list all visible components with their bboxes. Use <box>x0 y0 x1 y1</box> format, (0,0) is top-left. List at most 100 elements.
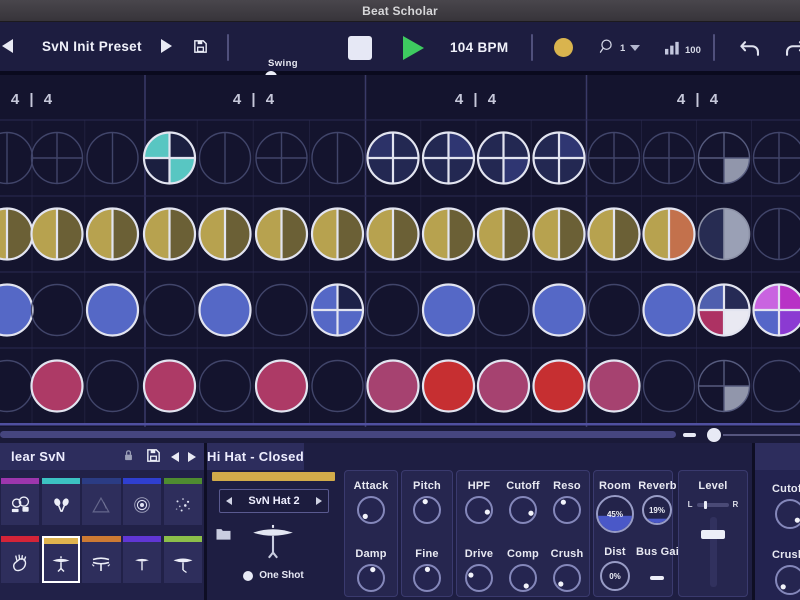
master-meter[interactable]: 100 <box>664 40 701 60</box>
level-fader[interactable] <box>679 515 747 591</box>
grid-cell-row-1-c2[interactable] <box>32 133 83 184</box>
knob-dial[interactable]: 45% <box>594 493 636 535</box>
knob-dial[interactable] <box>772 562 800 598</box>
next-instrument-cutoff-knob[interactable]: Cutoff <box>772 483 800 532</box>
grid-cell-row-4-c13[interactable] <box>644 361 695 412</box>
zoom-slider-track[interactable] <box>723 434 800 436</box>
grid-cell-row-1-c8[interactable] <box>368 133 419 184</box>
grid-cell-row-4-c14[interactable] <box>699 361 750 412</box>
grid-cell-row-3-c3[interactable] <box>87 285 138 336</box>
instrument-tile-percussion[interactable] <box>1 478 39 525</box>
time-signature[interactable]: 4 | 4 <box>233 91 277 108</box>
grid-cell-row-1-c15[interactable] <box>754 133 800 184</box>
next-sample-icon[interactable] <box>316 497 322 505</box>
grid-cell-row-2-c2[interactable] <box>32 209 83 260</box>
sample-name[interactable]: SvN Hat 2 <box>248 495 299 507</box>
fine-knob[interactable]: Fine <box>410 548 444 596</box>
grid-cell-row-4-c15[interactable] <box>754 361 800 412</box>
instrument-tile-triangle[interactable] <box>82 478 120 525</box>
time-signature[interactable]: 4 | 4 <box>677 91 721 108</box>
grid-cell-row-4-c1[interactable] <box>0 361 33 412</box>
knob-dial[interactable] <box>462 561 496 595</box>
knob-dial[interactable] <box>462 493 496 527</box>
undo-button[interactable] <box>739 39 761 61</box>
pan-slider-handle[interactable] <box>704 501 707 509</box>
instrument-tile-gong[interactable] <box>123 478 161 525</box>
grid-cell-row-2-c1[interactable] <box>0 209 33 260</box>
stop-button[interactable] <box>348 36 372 60</box>
grid-cell-row-1-c14[interactable] <box>699 133 750 184</box>
zoom-slider-knob[interactable] <box>707 428 721 442</box>
time-signature[interactable]: 4 | 4 <box>455 91 499 108</box>
grid-cell-row-4-c7[interactable] <box>312 361 363 412</box>
dist-send-knob[interactable]: Dist0% <box>598 546 632 596</box>
grid-cell-row-3-c2[interactable] <box>32 285 83 336</box>
knob-dial[interactable] <box>550 493 584 527</box>
pan-slider[interactable] <box>697 503 729 507</box>
grid-cell-row-2-c15[interactable] <box>754 209 800 260</box>
grid-cell-row-2-c6[interactable] <box>256 209 307 260</box>
grid-cell-row-3-c10[interactable] <box>478 285 529 336</box>
grid-cell-row-3-c15[interactable] <box>754 285 800 336</box>
next-preset-button[interactable] <box>161 39 172 53</box>
bus-gain-slider-handle[interactable] <box>650 576 664 580</box>
grid-cell-row-4-c8[interactable] <box>368 361 419 412</box>
save-kit-button[interactable] <box>145 447 162 467</box>
grid-cell-row-1-c4[interactable] <box>144 133 195 184</box>
save-preset-button[interactable] <box>192 38 209 58</box>
grid-cell-row-1-c5[interactable] <box>200 133 251 184</box>
knob-dial[interactable] <box>410 493 444 527</box>
knob-dial[interactable]: 19% <box>640 493 674 527</box>
grid-cell-row-4-c4[interactable] <box>144 361 195 412</box>
kit-name[interactable]: lear SvN <box>11 449 65 464</box>
instrument-tile-hihat-closed[interactable] <box>42 536 80 583</box>
knob-dial[interactable]: 0% <box>598 559 632 593</box>
hpf-knob[interactable]: HPF <box>462 480 496 528</box>
grid-cell-row-1-c9[interactable] <box>423 133 474 184</box>
grid-cell-row-3-c13[interactable] <box>644 285 695 336</box>
reso-knob[interactable]: Reso <box>550 480 584 528</box>
one-shot-toggle[interactable]: One Shot <box>207 569 340 582</box>
knob-dial[interactable] <box>354 561 388 595</box>
grid-cell-row-1-c10[interactable] <box>478 133 529 184</box>
grid-cell-row-3-c1[interactable] <box>0 285 33 336</box>
knob-dial[interactable] <box>354 493 388 527</box>
grid-cell-row-2-c12[interactable] <box>589 209 640 260</box>
grid-cell-row-3-c8[interactable] <box>368 285 419 336</box>
instrument-tile-hihat-open[interactable] <box>82 536 120 583</box>
grid-cell-row-1-c3[interactable] <box>87 133 138 184</box>
prev-kit-button[interactable] <box>171 452 179 462</box>
cutoff-knob[interactable]: Cutoff <box>506 480 540 528</box>
next-instrument-crush-knob[interactable]: Crush <box>772 549 800 598</box>
zoom-out-button[interactable] <box>683 433 696 437</box>
grid-cell-row-2-c5[interactable] <box>200 209 251 260</box>
comp-knob[interactable]: Comp <box>506 548 540 596</box>
damp-knob[interactable]: Damp <box>354 548 388 596</box>
grid-cell-row-4-c3[interactable] <box>87 361 138 412</box>
play-button[interactable] <box>403 36 424 60</box>
grid-cell-row-1-c7[interactable] <box>312 133 363 184</box>
grid-cell-row-2-c11[interactable] <box>534 209 585 260</box>
instrument-tile-crash-cymbal[interactable] <box>123 536 161 583</box>
grid-cell-row-3-c6[interactable] <box>256 285 307 336</box>
pitch-knob[interactable]: Pitch <box>410 480 444 528</box>
grid-cell-row-4-c10[interactable] <box>478 361 529 412</box>
grid-cell-row-3-c14[interactable] <box>699 285 750 336</box>
next-kit-button[interactable] <box>188 452 196 462</box>
bus-gain-control[interactable]: Bus Gai <box>636 546 679 596</box>
prev-sample-icon[interactable] <box>226 497 232 505</box>
grid-cell-row-3-c12[interactable] <box>589 285 640 336</box>
grid-cell-row-2-c4[interactable] <box>144 209 195 260</box>
grid-cell-row-4-c2[interactable] <box>32 361 83 412</box>
preset-name[interactable]: SvN Init Preset <box>42 39 142 54</box>
reverb-send-knob[interactable]: Reverb19% <box>638 480 677 538</box>
crush-knob[interactable]: Crush <box>550 548 584 596</box>
grid-cell-row-2-c8[interactable] <box>368 209 419 260</box>
grid-cell-row-2-c14[interactable] <box>699 209 750 260</box>
sample-selector[interactable]: SvN Hat 2 <box>219 489 329 513</box>
grid-cell-row-4-c9[interactable] <box>423 361 474 412</box>
grid-cell-row-4-c11[interactable] <box>534 361 585 412</box>
knob-dial[interactable] <box>410 561 444 595</box>
grid-cell-row-1-c1[interactable] <box>0 133 33 184</box>
grid-cell-row-4-c6[interactable] <box>256 361 307 412</box>
